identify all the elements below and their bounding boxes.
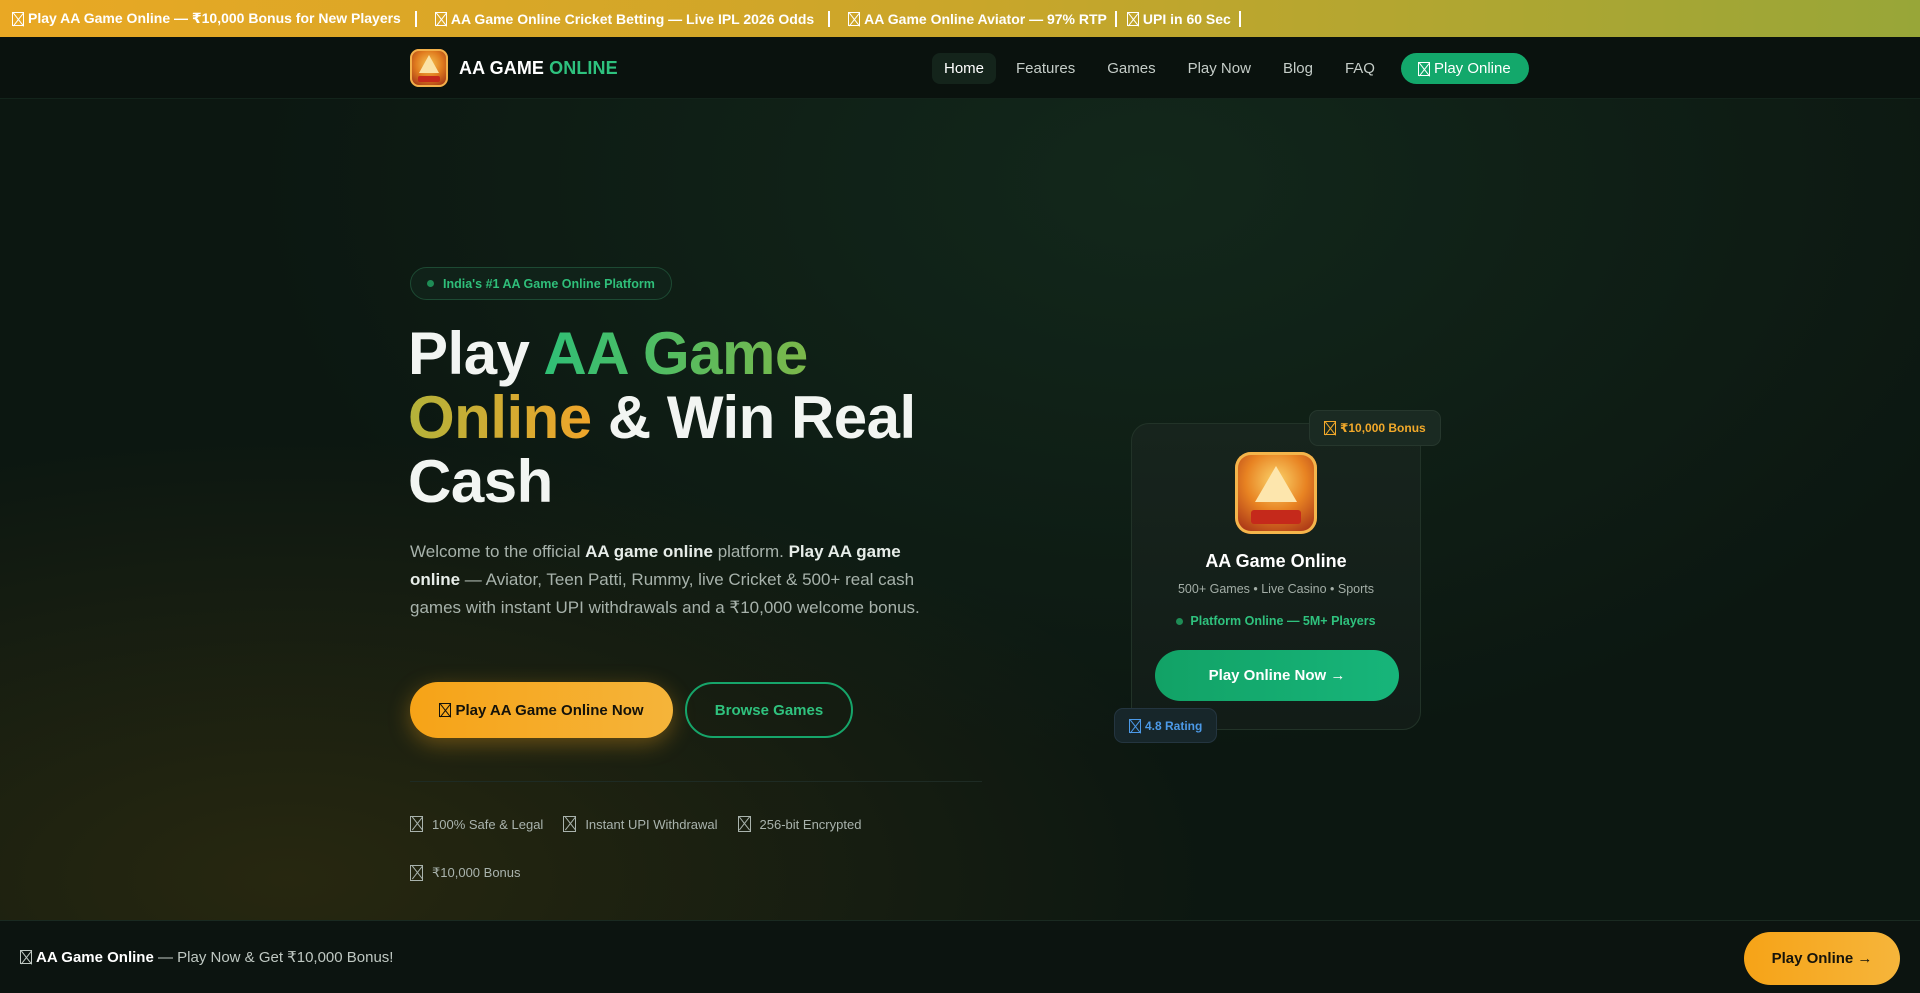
missing-glyph-icon xyxy=(12,11,24,26)
trust-item: 100% Safe & Legal xyxy=(410,812,543,836)
brand-name-accent: ONLINE xyxy=(549,57,618,78)
ticker-item-text: AA Game Online Cricket Betting — Live IP… xyxy=(450,10,815,27)
app-logo-icon xyxy=(1235,452,1317,534)
card-subtitle: 500+ Games • Live Casino • Sports xyxy=(1177,582,1374,596)
missing-glyph-icon xyxy=(1324,421,1336,435)
rating-badge: 4.8 Rating xyxy=(1114,708,1218,743)
heading-highlight-green: AA Game xyxy=(543,320,808,387)
rating-badge-text: 4.8 Rating xyxy=(1145,718,1203,733)
ticker-item-text: AA Game Online Aviator — 97% RTP xyxy=(864,10,1107,27)
nav-games[interactable]: Games xyxy=(1095,53,1167,84)
ticker-item: UPI in 60 Sec xyxy=(1126,10,1239,27)
browse-games-button[interactable]: Browse Games xyxy=(685,682,853,738)
trust-item: Instant UPI Withdrawal xyxy=(563,812,718,836)
trust-badges: 100% Safe & Legal Instant UPI Withdrawal… xyxy=(410,812,970,910)
announcement-ticker: Play AA Game Online — ₹10,000 Bonus for … xyxy=(0,0,1920,37)
brand-logo[interactable]: AA GAME ONLINE xyxy=(410,49,618,87)
ticker-item: AA Game Online Aviator — 97% RTP xyxy=(848,11,1115,27)
heading-text: Play xyxy=(408,320,544,387)
platform-status: Platform Online — 5M+ Players xyxy=(1132,614,1420,628)
ticker-separator xyxy=(1114,10,1117,27)
ticker-separator xyxy=(828,10,831,27)
status-dot xyxy=(427,280,434,287)
trust-item-text: 256-bit Encrypted xyxy=(759,816,862,832)
missing-glyph-icon xyxy=(563,816,577,832)
missing-glyph-icon xyxy=(848,11,861,26)
lead-bold: AA game online xyxy=(585,542,713,561)
ticker-item: AA Game Online Cricket Betting — Live IP… xyxy=(434,10,828,27)
site-header: AA GAME ONLINE Home Features Games Play … xyxy=(0,37,1920,99)
missing-glyph-icon xyxy=(410,816,423,832)
play-online-button[interactable]: Play Online xyxy=(1400,53,1529,84)
trust-item: 256-bit Encrypted xyxy=(737,812,862,836)
sticky-cta-bar: AA Game Online — Play Now & Get ₹10,000 … xyxy=(0,920,1920,993)
lead-text: — Aviator, Teen Patti, Rummy, live Crick… xyxy=(410,570,920,617)
missing-glyph-icon xyxy=(1126,11,1139,26)
card-title: AA Game Online xyxy=(1205,551,1347,571)
sticky-play-online-button[interactable]: Play Online → xyxy=(1744,932,1900,985)
trust-item-text: Instant UPI Withdrawal xyxy=(585,816,718,832)
trust-item: ₹10,000 Bonus xyxy=(410,861,521,885)
missing-glyph-icon xyxy=(20,950,32,964)
missing-glyph-icon xyxy=(439,703,452,717)
platform-status-text: Platform Online — 5M+ Players xyxy=(1190,614,1376,628)
ticker-separator xyxy=(1238,10,1241,27)
app-logo-icon xyxy=(410,49,448,87)
hero-divider xyxy=(410,781,982,782)
play-now-button[interactable]: Play AA Game Online Now xyxy=(410,682,673,738)
nav-features[interactable]: Features xyxy=(1004,53,1087,84)
heading-highlight-gold: Online xyxy=(408,384,592,451)
ticker-item-text: Play AA Game Online — ₹10,000 Bonus for … xyxy=(28,10,401,26)
hero-heading: Play AA Game Online & Win Real Cash xyxy=(408,322,968,514)
ticker-item: Play AA Game Online — ₹10,000 Bonus for … xyxy=(12,10,415,27)
nav-blog[interactable]: Blog xyxy=(1271,53,1325,84)
play-online-now-button[interactable]: Play Online Now → xyxy=(1155,650,1399,701)
sticky-message: — Play Now & Get ₹10,000 Bonus! xyxy=(153,949,394,966)
nav-play-now[interactable]: Play Now xyxy=(1176,53,1263,84)
main-nav: Home Features Games Play Now Blog FAQ Pl… xyxy=(932,53,1529,84)
pill-text: India's #1 AA Game Online Platform xyxy=(443,276,655,291)
status-dot xyxy=(1176,617,1184,625)
app-promo-card: AA Game Online 500+ Games • Live Casino … xyxy=(1131,423,1421,730)
brand-name: AA GAME ONLINE xyxy=(459,58,618,79)
missing-glyph-icon xyxy=(434,11,447,26)
play-online-button-label: Play Online xyxy=(1433,60,1511,77)
trust-item-text: ₹10,000 Bonus xyxy=(432,865,521,880)
trust-item-text: 100% Safe & Legal xyxy=(432,816,544,832)
lead-text: platform. xyxy=(712,542,789,561)
missing-glyph-icon xyxy=(737,816,751,832)
sticky-brand: AA Game Online xyxy=(36,949,154,966)
bonus-badge: ₹10,000 Bonus xyxy=(1309,410,1441,446)
sticky-cta-text: AA Game Online — Play Now & Get ₹10,000 … xyxy=(20,948,393,966)
brand-name-main: AA GAME xyxy=(459,57,545,78)
platform-pill-badge: India's #1 AA Game Online Platform xyxy=(410,267,672,300)
ticker-separator xyxy=(414,10,417,27)
nav-faq[interactable]: FAQ xyxy=(1333,53,1387,84)
lead-text: Welcome to the official xyxy=(410,542,586,561)
bonus-badge-text: ₹10,000 Bonus xyxy=(1340,421,1426,435)
hero-description: Welcome to the official AA game online p… xyxy=(410,538,930,622)
play-now-button-label: Play AA Game Online Now xyxy=(455,701,644,719)
missing-glyph-icon xyxy=(410,865,423,881)
missing-glyph-icon xyxy=(1417,61,1430,76)
missing-glyph-icon xyxy=(1129,718,1141,733)
nav-home[interactable]: Home xyxy=(932,53,997,84)
ticker-item-text: UPI in 60 Sec xyxy=(1142,10,1231,27)
